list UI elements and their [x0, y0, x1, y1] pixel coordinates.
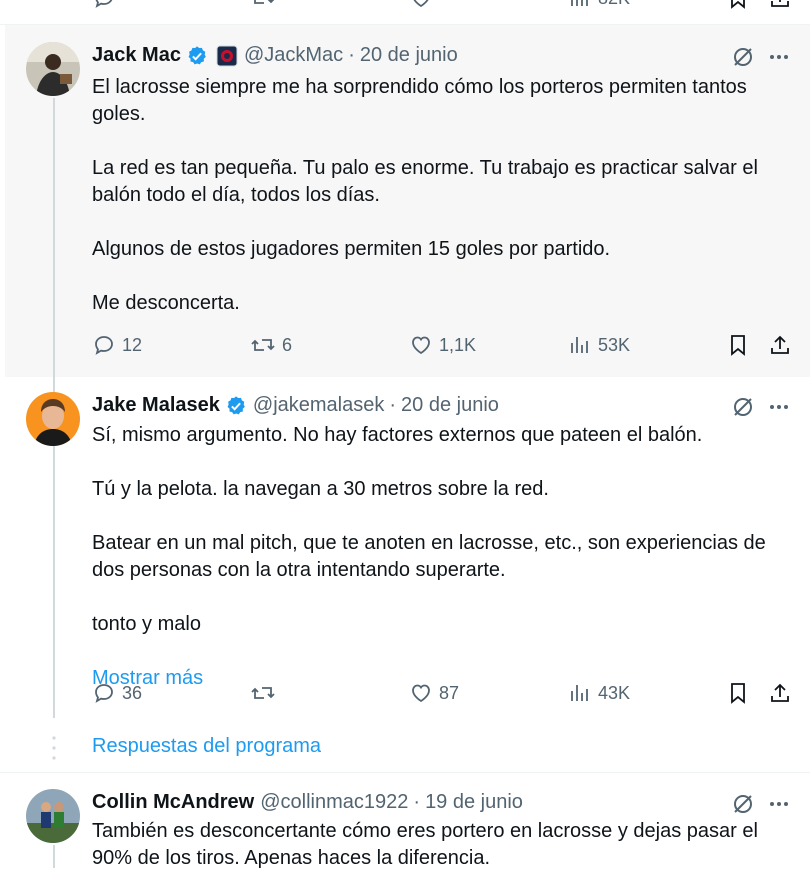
repost-button[interactable]	[250, 0, 276, 10]
repost-icon	[251, 339, 275, 351]
tweet-paragraph: tonto y malo	[92, 613, 201, 635]
avatar[interactable]	[26, 392, 80, 446]
avatar[interactable]	[26, 42, 80, 96]
repost-icon	[254, 0, 275, 4]
thread-dots	[52, 736, 56, 760]
handle[interactable]: @jakemalasek	[253, 394, 384, 417]
display-name[interactable]: Jack Mac	[92, 44, 181, 67]
tweet-header: Jack Mac @JackMac · 20 de junio	[92, 44, 458, 67]
tweet-actions: 36 87 43K	[92, 681, 797, 711]
more-options-icon[interactable]	[767, 45, 791, 69]
reply-count: 36	[122, 682, 143, 703]
repost-button[interactable]	[250, 681, 276, 705]
tweet-header: Collin McAndrew @collinmac1922 · 19 de j…	[92, 791, 523, 814]
reply-button[interactable]	[92, 0, 116, 10]
like-count: 87	[439, 682, 460, 703]
tweet-paragraph: Tú y la pelota. la navegan a 30 metros s…	[92, 478, 549, 500]
views-button[interactable]: 82K	[568, 0, 630, 10]
bookmark-icon	[731, 0, 745, 9]
prev-tweet-actions: 82K	[92, 0, 797, 10]
grok-icon[interactable]	[731, 395, 755, 419]
timestamp[interactable]: 20 de junio	[360, 44, 458, 67]
tweet-paragraph: El lacrosse siempre me ha sorprendido có…	[92, 76, 747, 125]
tweet-paragraph: También es desconcertante cómo eres port…	[92, 820, 758, 869]
share-button[interactable]	[768, 0, 792, 10]
thread-line	[53, 845, 55, 868]
views-icon	[571, 0, 588, 6]
tweet-paragraph: Algunos de estos jugadores permiten 15 g…	[92, 238, 611, 260]
views-icon	[571, 685, 588, 701]
like-button[interactable]: 1,1K	[409, 333, 476, 357]
verified-badge-icon	[227, 395, 245, 414]
views-icon	[571, 337, 588, 353]
tweet-text: Sí, mismo argumento. No hay factores ext…	[92, 422, 792, 692]
tweet-paragraph: La red es tan pequeña. Tu palo es enorme…	[92, 157, 758, 206]
tweet-actions: 12 6 1,1K 53K	[92, 333, 797, 363]
repost-button[interactable]: 6	[250, 333, 292, 357]
divider	[0, 772, 810, 773]
bookmark-button[interactable]	[726, 333, 750, 357]
repost-icon	[251, 687, 275, 699]
reply-button[interactable]: 12	[92, 333, 142, 357]
separator-dot: ·	[348, 44, 355, 66]
tweet-header: Jake Malasek @jakemalasek · 20 de junio	[92, 394, 499, 417]
handle[interactable]: @collinmac1922	[260, 791, 408, 814]
like-count: 1,1K	[439, 334, 477, 355]
team-affiliation-icon[interactable]	[216, 45, 238, 67]
views-button[interactable]: 53K	[568, 333, 630, 357]
repost-count: 6	[282, 334, 293, 355]
share-icon	[771, 0, 789, 7]
share-icon	[771, 683, 789, 702]
bookmark-button[interactable]	[726, 681, 750, 705]
reply-icon	[95, 336, 113, 355]
heart-icon	[413, 0, 429, 8]
bookmark-button[interactable]	[726, 0, 750, 10]
bookmark-icon	[731, 335, 745, 356]
reply-count: 12	[122, 334, 143, 355]
separator-dot: ·	[413, 791, 421, 813]
views-button[interactable]: 43K	[568, 681, 630, 705]
grok-icon[interactable]	[731, 45, 755, 69]
like-button[interactable]	[409, 0, 433, 10]
tweet-paragraph: Batear en un mal pitch, que te anoten en…	[92, 532, 766, 581]
tweet-paragraph: Sí, mismo argumento. No hay factores ext…	[92, 424, 703, 446]
jack-mac-avatar-image	[26, 42, 80, 96]
tweet-text: También es desconcertante cómo eres port…	[92, 818, 792, 872]
show-replies-link[interactable]: Respuestas del programa	[92, 735, 321, 758]
more-options-icon[interactable]	[767, 395, 791, 419]
more-options-icon[interactable]	[767, 792, 791, 816]
avatar[interactable]	[26, 789, 80, 843]
bookmark-icon	[731, 683, 745, 704]
grok-icon[interactable]	[731, 792, 755, 816]
share-icon	[771, 335, 789, 354]
share-button[interactable]	[768, 333, 792, 357]
like-button[interactable]: 87	[409, 681, 459, 705]
timestamp[interactable]: 20 de junio	[401, 394, 499, 417]
handle[interactable]: @JackMac	[244, 44, 343, 67]
collin-mcandrew-avatar-image	[26, 789, 80, 843]
verified-badge-icon	[188, 45, 206, 64]
tweet-text: El lacrosse siempre me ha sorprendido có…	[92, 74, 792, 317]
views-count: 82K	[598, 0, 630, 9]
heart-icon	[412, 336, 430, 355]
jake-malasek-avatar-image	[26, 392, 80, 446]
tweet-paragraph: Me desconcerta.	[92, 292, 240, 314]
timestamp[interactable]: 19 de junio	[425, 791, 523, 814]
heart-icon	[412, 684, 430, 703]
reply-icon	[95, 684, 113, 703]
share-button[interactable]	[768, 681, 792, 705]
separator-dot: ·	[389, 394, 397, 416]
reply-icon	[95, 0, 113, 8]
views-count: 43K	[598, 682, 631, 703]
reply-button[interactable]: 36	[92, 681, 142, 705]
display-name[interactable]: Jake Malasek	[92, 394, 220, 417]
views-count: 53K	[598, 334, 631, 355]
display-name[interactable]: Collin McAndrew	[92, 791, 254, 814]
